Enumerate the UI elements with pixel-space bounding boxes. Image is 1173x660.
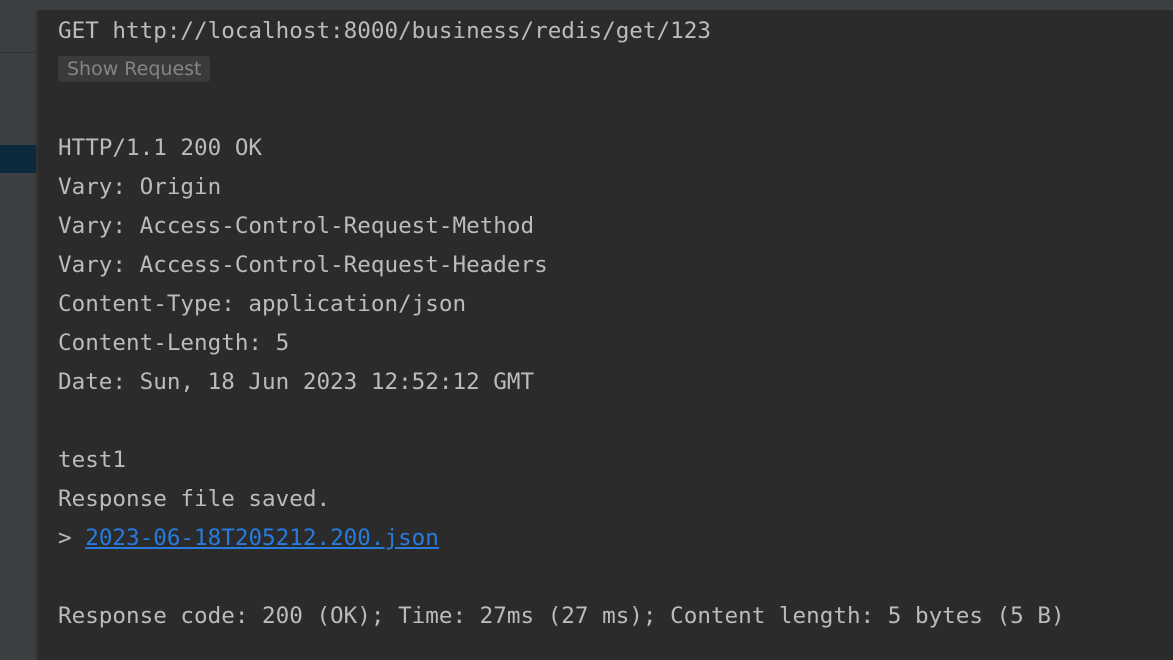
status-line: HTTP/1.1 200 OK — [58, 135, 263, 161]
left-tool-panel — [0, 0, 36, 660]
show-request-button[interactable]: Show Request — [58, 56, 211, 82]
header-line: Content-Length: 5 — [58, 330, 290, 356]
header-line: Vary: Access-Control-Request-Method — [58, 213, 535, 239]
header-line: Vary: Access-Control-Request-Headers — [58, 252, 548, 278]
saved-file-line: > 2023-06-18T205212.200.json — [58, 523, 439, 553]
response-summary: Response code: 200 (OK); Time: 27ms (27 … — [58, 603, 1065, 629]
file-prefix: > — [58, 525, 86, 551]
left-panel-selected-row[interactable] — [0, 145, 36, 173]
response-file-link[interactable]: 2023-06-18T205212.200.json — [85, 525, 439, 551]
header-line: Vary: Origin — [58, 174, 222, 200]
saved-message: Response file saved. — [58, 486, 331, 512]
header-line: Content-Type: application/json — [58, 291, 467, 317]
request-line: GET http://localhost:8000/business/redis… — [58, 18, 711, 44]
left-panel-divider — [0, 52, 36, 53]
http-response-console: GET http://localhost:8000/business/redis… — [38, 10, 1173, 660]
header-line: Date: Sun, 18 Jun 2023 12:52:12 GMT — [58, 369, 535, 395]
response-body: test1 — [58, 447, 127, 473]
top-panel-strip — [0, 0, 1173, 10]
